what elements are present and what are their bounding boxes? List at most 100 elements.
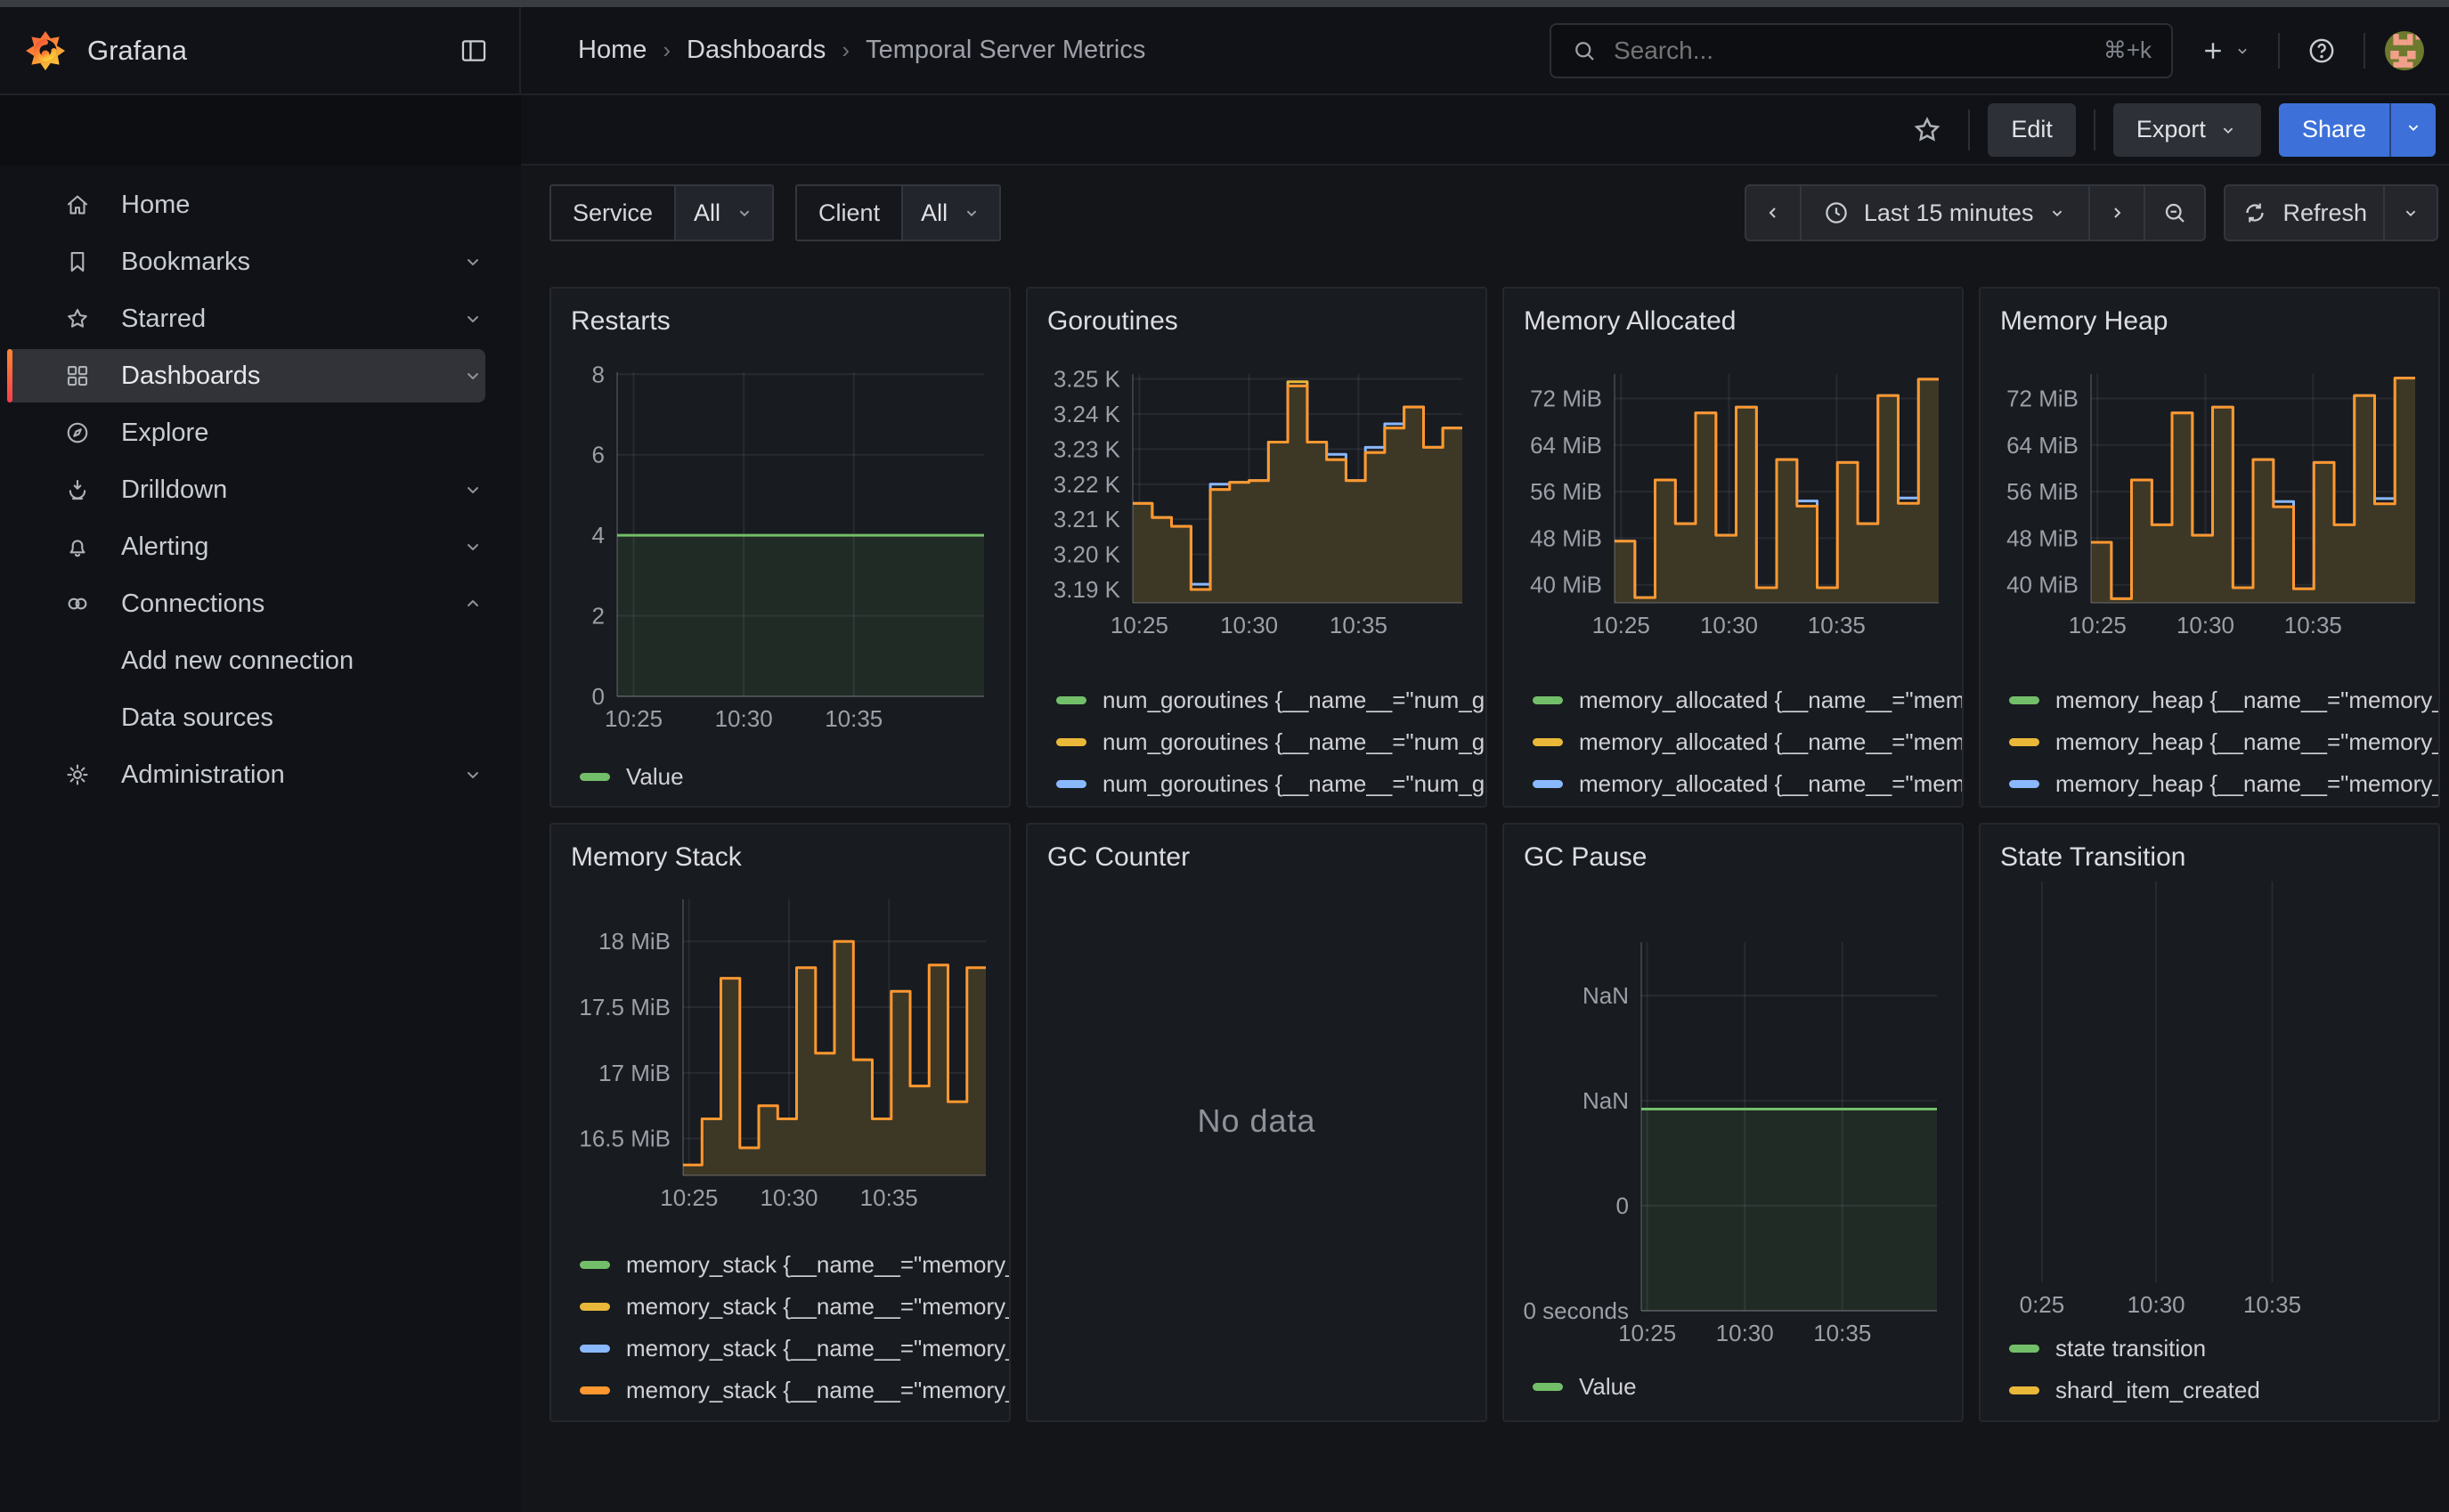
time-forward-button[interactable] [2088,184,2144,241]
svg-text:10:35: 10:35 [2284,612,2342,638]
legend-item[interactable]: memory_stack {__name__="memory_s [571,1286,989,1328]
time-back-button[interactable] [1745,184,1802,241]
sidebar-item-bookmarks[interactable]: Bookmarks [0,233,521,290]
svg-text:40 MiB: 40 MiB [2006,572,2079,598]
panel-title[interactable]: State Transition [2000,841,2419,874]
help-icon[interactable] [2299,28,2344,73]
legend-item[interactable]: memory_allocated {__name__="memo [1524,721,1942,763]
sidebar-item-explore[interactable]: Explore [0,404,521,461]
legend-item[interactable]: num_goroutines {__name__="num_go [1047,721,1466,763]
breadcrumb-item[interactable]: Home [578,36,647,65]
zoom-out-button[interactable] [2144,184,2206,241]
chart-goroutines[interactable]: 10:2510:3010:353.19 K3.20 K3.21 K3.22 K3… [1047,338,1466,656]
sidebar-item-label: Administration [121,760,285,790]
panel-title[interactable]: Memory Stack [571,841,989,874]
sidebar-item-add-new-connection[interactable]: Add new connection [0,632,521,689]
no-data-message: No data [1047,874,1466,1367]
sidebar-item-home[interactable]: Home [0,176,521,233]
panel-memory_allocated: Memory Allocated10:2510:3010:3540 MiB48 … [1502,287,1964,808]
chevron-down-icon[interactable] [462,251,484,272]
svg-text:NaN: NaN [1582,1087,1629,1114]
breadcrumb: Home›Dashboards›Temporal Server Metrics [578,36,1145,65]
chart-legend: num_goroutines {__name__="num_go num_gor… [1047,679,1466,808]
chevron-down-icon[interactable] [462,536,484,557]
sidebar-item-connections[interactable]: Connections [0,575,521,632]
legend-item[interactable]: memory_stack {__name__="memory_s [571,1370,989,1411]
svg-text:0: 0 [592,683,605,710]
svg-text:17 MiB: 17 MiB [598,1060,671,1086]
sidebar-item-label: Home [121,191,190,220]
svg-text:10:30: 10:30 [760,1184,818,1211]
search-box[interactable]: ⌘+k [1550,23,2173,78]
export-button[interactable]: Export [2113,103,2261,157]
legend-item[interactable]: memory_stack {__name__="memory_s [571,1328,989,1370]
chart-memory_stack[interactable]: 10:2510:3010:3516.5 MiB17 MiB17.5 MiB18 … [571,874,989,1230]
panel-title[interactable]: GC Pause [1524,841,1942,874]
svg-text:10:30: 10:30 [2176,612,2234,638]
breadcrumb-item[interactable]: Dashboards [687,36,826,65]
breadcrumb-separator: › [663,37,671,64]
star-dashboard-icon[interactable] [1904,107,1950,153]
legend-item[interactable]: memory_heap {__name__="memory_h [2000,679,2419,721]
panel-title[interactable]: Memory Heap [2000,305,2419,338]
legend-item[interactable]: shard_item_created [2000,1370,2419,1411]
chart-restarts[interactable]: 10:2510:3010:3502468 [571,338,989,744]
sidebar-item-starred[interactable]: Starred [0,290,521,347]
filter-value-dropdown[interactable]: All [676,186,772,240]
legend-item[interactable]: memory_allocated {__name__="memo [1524,763,1942,805]
panel-grid: Restarts10:2510:3010:3502468 Value Gorou… [549,287,2449,1422]
legend-item[interactable]: state transition [2000,1328,2419,1370]
legend-item[interactable]: Value [1524,1366,1942,1408]
legend-item[interactable]: memory_stack {__name__="memory_s [571,1244,989,1286]
sidebar-item-data-sources[interactable]: Data sources [0,689,521,746]
chevron-up-icon[interactable] [462,593,484,614]
sidebar-item-administration[interactable]: Administration [0,746,521,803]
time-range-button[interactable]: Last 15 minutes [1802,184,2089,241]
panel-title[interactable]: Restarts [571,305,989,338]
share-menu-button[interactable] [2389,103,2436,157]
chart-gc_pause[interactable]: 10:2510:3010:350 seconds0NaNNaN [1524,874,1942,1365]
legend-item[interactable]: memory_heap {__name__="memory_h [2000,721,2419,763]
legend-item[interactable]: memory_heap {__name__="memory_h [2000,805,2419,808]
legend-series-label: state transition [2055,1335,2206,1362]
legend-item[interactable]: memory_allocated {__name__="memo [1524,679,1942,721]
chart-state_transition[interactable]: 0:2510:3010:35 [2000,874,2419,1322]
chevron-down-icon[interactable] [462,764,484,785]
chevron-down-icon[interactable] [462,479,484,500]
refresh-button[interactable]: Refresh [2224,184,2385,241]
chart-memory_allocated[interactable]: 10:2510:3010:3540 MiB48 MiB56 MiB64 MiB7… [1524,338,1942,656]
legend-item[interactable]: num_goroutines {__name__="num_go [1047,763,1466,805]
chevron-down-icon [2218,120,2238,140]
legend-item[interactable]: num_goroutines {__name__="num_go [1047,679,1466,721]
bell-icon [64,533,91,560]
legend-series-color [580,1345,610,1353]
chart-memory_heap[interactable]: 10:2510:3010:3540 MiB48 MiB56 MiB64 MiB7… [2000,338,2419,656]
clock-icon [1823,199,1850,226]
svg-text:10:30: 10:30 [715,705,773,732]
svg-text:10:35: 10:35 [2243,1291,2301,1318]
add-button[interactable] [2193,30,2258,71]
edit-button[interactable]: Edit [1988,103,2076,157]
filter-value-dropdown[interactable]: All [903,186,999,240]
legend-item[interactable]: Value [571,756,989,798]
refresh-interval-button[interactable] [2385,184,2438,241]
brand-name: Grafana [87,35,187,67]
chart-legend: Value [571,756,989,798]
sidebar-toggle-icon[interactable] [452,28,496,73]
share-button[interactable]: Share [2279,103,2389,157]
panel-title[interactable]: Goroutines [1047,305,1466,338]
chevron-down-icon[interactable] [462,308,484,329]
chevron-down-icon[interactable] [462,365,484,386]
panel-title[interactable]: Memory Allocated [1524,305,1942,338]
legend-item[interactable]: memory_heap {__name__="memory_h [2000,763,2419,805]
legend-item[interactable]: memory_allocated {__name__="memo [1524,805,1942,808]
search-input[interactable] [1612,36,2103,66]
panel-title[interactable]: GC Counter [1047,841,1466,874]
sidebar-item-drilldown[interactable]: Drilldown [0,461,521,518]
sidebar-item-alerting[interactable]: Alerting [0,518,521,575]
sidebar-item-dashboards[interactable]: Dashboards [0,347,521,404]
legend-item[interactable]: num_goroutines {__name__="num_go [1047,805,1466,808]
legend-series-color [2009,1345,2039,1353]
svg-text:56 MiB: 56 MiB [2006,478,2079,505]
user-avatar[interactable] [2385,31,2424,70]
